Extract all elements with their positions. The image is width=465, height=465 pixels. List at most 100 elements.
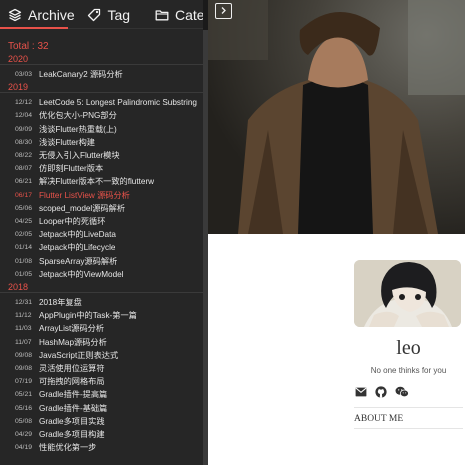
year-heading: 2020 xyxy=(0,53,203,65)
post-title[interactable]: 仿即刻Flutter版本 xyxy=(39,162,103,175)
archive-post-item[interactable]: 12/12 LeetCode 5: Longest Palindromic Sub… xyxy=(0,96,203,109)
post-title[interactable]: Jetpack中的ViewModel xyxy=(39,268,124,281)
post-date: 08/22 xyxy=(15,152,33,160)
archive-post-item[interactable]: 11/12 AppPlugin中的Task-第一篇 xyxy=(0,309,203,322)
post-title[interactable]: LeakCanary2 源码分析 xyxy=(39,68,123,81)
active-tab-indicator xyxy=(0,27,68,29)
post-date: 12/31 xyxy=(15,299,33,307)
archive-post-item[interactable]: 08/22 无侵入引入Flutter模块 xyxy=(0,149,203,162)
mail-icon[interactable] xyxy=(355,387,367,397)
post-date: 04/25 xyxy=(15,218,33,226)
archive-post-item[interactable]: 05/08 Gradle多项目实践 xyxy=(0,415,203,428)
post-title[interactable]: Looper中的死循环 xyxy=(39,215,105,228)
post-title[interactable]: 可拖拽的网格布局 xyxy=(39,375,105,388)
chevron-right-icon xyxy=(219,2,228,20)
post-date: 01/14 xyxy=(15,244,33,252)
post-title[interactable]: AppPlugin中的Task-第一篇 xyxy=(39,309,137,322)
tag-icon xyxy=(87,8,101,22)
post-title[interactable]: 优化包大小-PNG部分 xyxy=(39,109,117,122)
archive-post-item[interactable]: 02/05 Jetpack中的LiveData xyxy=(0,228,203,241)
post-date: 09/08 xyxy=(15,365,33,373)
post-date: 05/06 xyxy=(15,204,33,212)
post-title[interactable]: 浅谈Flutter热重载(上) xyxy=(39,123,117,136)
post-title[interactable]: Jetpack中的Lifecycle xyxy=(39,241,115,254)
post-title[interactable]: Gradle插件-基础篇 xyxy=(39,402,107,415)
post-date: 12/12 xyxy=(15,99,33,107)
archive-post-item[interactable]: 07/19 可拖拽的网格布局 xyxy=(0,375,203,388)
year-heading: 2018 xyxy=(0,281,203,294)
post-title[interactable]: ArrayList源码分析 xyxy=(39,322,104,335)
post-title[interactable]: HashMap源码分析 xyxy=(39,336,107,349)
archive-post-item[interactable]: 11/03 ArrayList源码分析 xyxy=(0,322,203,335)
archive-post-item[interactable]: 09/08 JavaScript正则表达式 xyxy=(0,349,203,362)
post-date: 11/12 xyxy=(15,312,32,320)
about-me-heading: ABOUT ME xyxy=(354,407,463,429)
post-title[interactable]: Gradle多项目构建 xyxy=(39,428,105,441)
archive-post-item[interactable]: 08/07 仿即刻Flutter版本 xyxy=(0,162,203,175)
post-title[interactable]: 解决Flutter版本不一致的flutterw xyxy=(39,175,154,188)
github-icon[interactable] xyxy=(375,386,387,398)
tab-tag[interactable]: Tag xyxy=(77,0,143,29)
archive-post-item[interactable]: 09/09 浅谈Flutter热重载(上) xyxy=(0,123,203,136)
main-area: leo No one thinks for you ABOUT ME xyxy=(208,0,465,465)
post-date: 11/03 xyxy=(15,325,32,333)
post-date: 02/05 xyxy=(15,231,33,239)
post-date: 08/07 xyxy=(15,165,33,173)
post-date: 01/08 xyxy=(15,257,33,265)
total-count: Total : 32 xyxy=(8,41,49,52)
archive-post-item[interactable]: 04/25 Looper中的死循环 xyxy=(0,215,203,228)
post-title[interactable]: 2018年复盘 xyxy=(39,296,82,309)
post-date: 03/03 xyxy=(15,71,33,78)
archive-post-item[interactable]: 04/19 性能优化第一步 xyxy=(0,441,203,454)
post-title[interactable]: scoped_model源码解析 xyxy=(39,202,125,215)
tab-archive-label: Archive xyxy=(28,6,75,23)
archive-post-item[interactable]: 11/07 HashMap源码分析 xyxy=(0,336,203,349)
post-title[interactable]: JavaScript正则表达式 xyxy=(39,349,118,362)
archive-post-item[interactable]: 12/31 2018年复盘 xyxy=(0,296,203,309)
post-date: 04/29 xyxy=(15,431,33,439)
wechat-icon[interactable] xyxy=(395,386,409,398)
post-title[interactable]: Jetpack中的LiveData xyxy=(39,228,116,241)
profile-card: leo No one thinks for you ABOUT ME xyxy=(354,260,463,429)
post-title[interactable]: Flutter ListView 源码分析 xyxy=(39,189,130,202)
archive-post-item[interactable]: 05/06 scoped_model源码解析 xyxy=(0,202,203,215)
folder-icon xyxy=(155,8,169,22)
archive-post-item[interactable]: 01/05 Jetpack中的ViewModel xyxy=(0,268,203,281)
archive-post-item[interactable]: 03/03 LeakCanary2 源码分析 xyxy=(0,68,203,81)
post-title[interactable]: SparseArray源码解析 xyxy=(39,255,117,268)
archive-post-item[interactable]: 12/04 优化包大小-PNG部分 xyxy=(0,109,203,122)
archive-post-item[interactable]: 04/29 Gradle多项目构建 xyxy=(0,428,203,441)
post-date: 05/16 xyxy=(15,404,33,412)
post-title[interactable]: Gradle插件-提高篇 xyxy=(39,388,107,401)
archive-post-item[interactable]: 05/21 Gradle插件-提高篇 xyxy=(0,388,203,401)
archive-post-item[interactable]: 09/08 灵活使用位运算符 xyxy=(0,362,203,375)
post-date: 09/08 xyxy=(15,351,33,359)
sidebar-toggle-button[interactable] xyxy=(215,3,232,19)
tab-archive[interactable]: Archive xyxy=(0,0,77,29)
tab-cate[interactable]: Cate xyxy=(143,0,205,29)
archive-post-item[interactable]: 06/17 Flutter ListView 源码分析 xyxy=(0,189,203,202)
post-title[interactable]: Gradle多项目实践 xyxy=(39,415,105,428)
post-title[interactable]: 浅谈Flutter构建 xyxy=(39,136,95,149)
post-date: 08/30 xyxy=(15,138,33,146)
page: Archive Tag Cate Total : 32 2020 03/03 Lea… xyxy=(0,0,465,465)
post-title[interactable]: LeetCode 5: Longest Palindromic Substrin… xyxy=(39,96,197,107)
sidebar-tabs: Archive Tag Cate xyxy=(0,0,205,29)
post-title[interactable]: 灵活使用位运算符 xyxy=(39,362,105,375)
post-date: 11/07 xyxy=(15,338,32,346)
avatar xyxy=(354,260,461,327)
post-title[interactable]: 性能优化第一步 xyxy=(39,441,96,454)
archive-post-item[interactable]: 05/16 Gradle插件-基础篇 xyxy=(0,402,203,415)
post-title[interactable]: 无侵入引入Flutter模块 xyxy=(39,149,120,162)
archive-list: 2020 03/03 LeakCanary2 源码分析 2019 12/12 LeetCo… xyxy=(0,53,203,454)
post-date: 05/21 xyxy=(15,391,33,399)
social-links xyxy=(354,386,463,398)
profile-name: leo xyxy=(396,337,421,359)
archive-post-item[interactable]: 01/14 Jetpack中的Lifecycle xyxy=(0,241,203,254)
archive-post-item[interactable]: 06/21 解决Flutter版本不一致的flutterw xyxy=(0,175,203,188)
archive-post-item[interactable]: 01/08 SparseArray源码解析 xyxy=(0,255,203,268)
post-date: 09/09 xyxy=(15,125,33,133)
post-date: 04/19 xyxy=(15,444,33,452)
post-date: 06/17 xyxy=(15,191,33,199)
archive-post-item[interactable]: 08/30 浅谈Flutter构建 xyxy=(0,136,203,149)
